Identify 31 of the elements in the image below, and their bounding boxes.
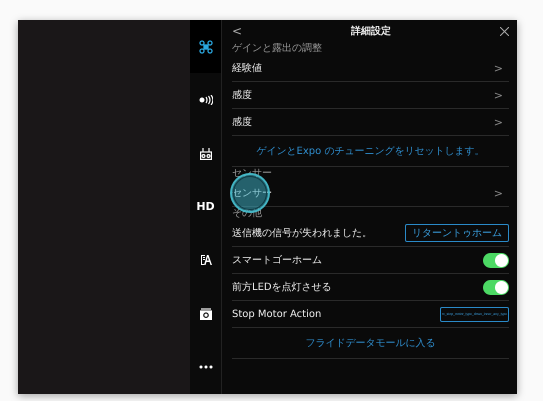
close-icon[interactable] xyxy=(500,26,509,36)
sidebar-tab[interactable] xyxy=(190,73,221,127)
chevron-icon: > xyxy=(494,88,503,102)
row-label: 感度 xyxy=(232,116,252,129)
toggle-switch[interactable] xyxy=(483,280,509,294)
back-icon[interactable]: < xyxy=(232,24,242,38)
toggle-switch[interactable] xyxy=(483,252,509,268)
action-link[interactable]: フライドデータモールに入る xyxy=(306,336,436,350)
row-label: 送信機の信号が失われました。 xyxy=(232,226,372,240)
chevron-icon: > xyxy=(494,116,503,128)
row-label: スマートゴーホーム xyxy=(232,254,322,267)
drone-icon xyxy=(198,40,212,54)
more-icon xyxy=(198,365,212,370)
sidebar-tab[interactable] xyxy=(190,20,221,74)
sidebar-tab[interactable]: HD xyxy=(190,180,221,234)
camera-icon xyxy=(200,308,212,320)
chevron-icon: > xyxy=(494,186,503,200)
signal-icon xyxy=(198,95,212,106)
action-link[interactable]: ゲインとExpo のチューニングをリセットします。 xyxy=(256,144,484,158)
remote-icon xyxy=(200,148,212,160)
row-label: Stop Motor Action xyxy=(232,308,322,320)
settings-row[interactable]: 感度 > xyxy=(232,82,509,109)
settings-row[interactable]: 経験値 > xyxy=(232,55,509,82)
row-label: 前方LEDを点灯させる xyxy=(232,280,332,294)
chevron-icon: > xyxy=(494,62,503,74)
window-title: 詳細設定 xyxy=(351,24,392,38)
section-label: ゲインと露出の調整 xyxy=(232,42,323,55)
settings-row[interactable]: 感度 > xyxy=(232,109,509,136)
return-home-button[interactable]: リターントゥホーム xyxy=(405,224,509,242)
row-label: 経験値 xyxy=(232,62,262,75)
row-label: 感度 xyxy=(232,88,252,102)
